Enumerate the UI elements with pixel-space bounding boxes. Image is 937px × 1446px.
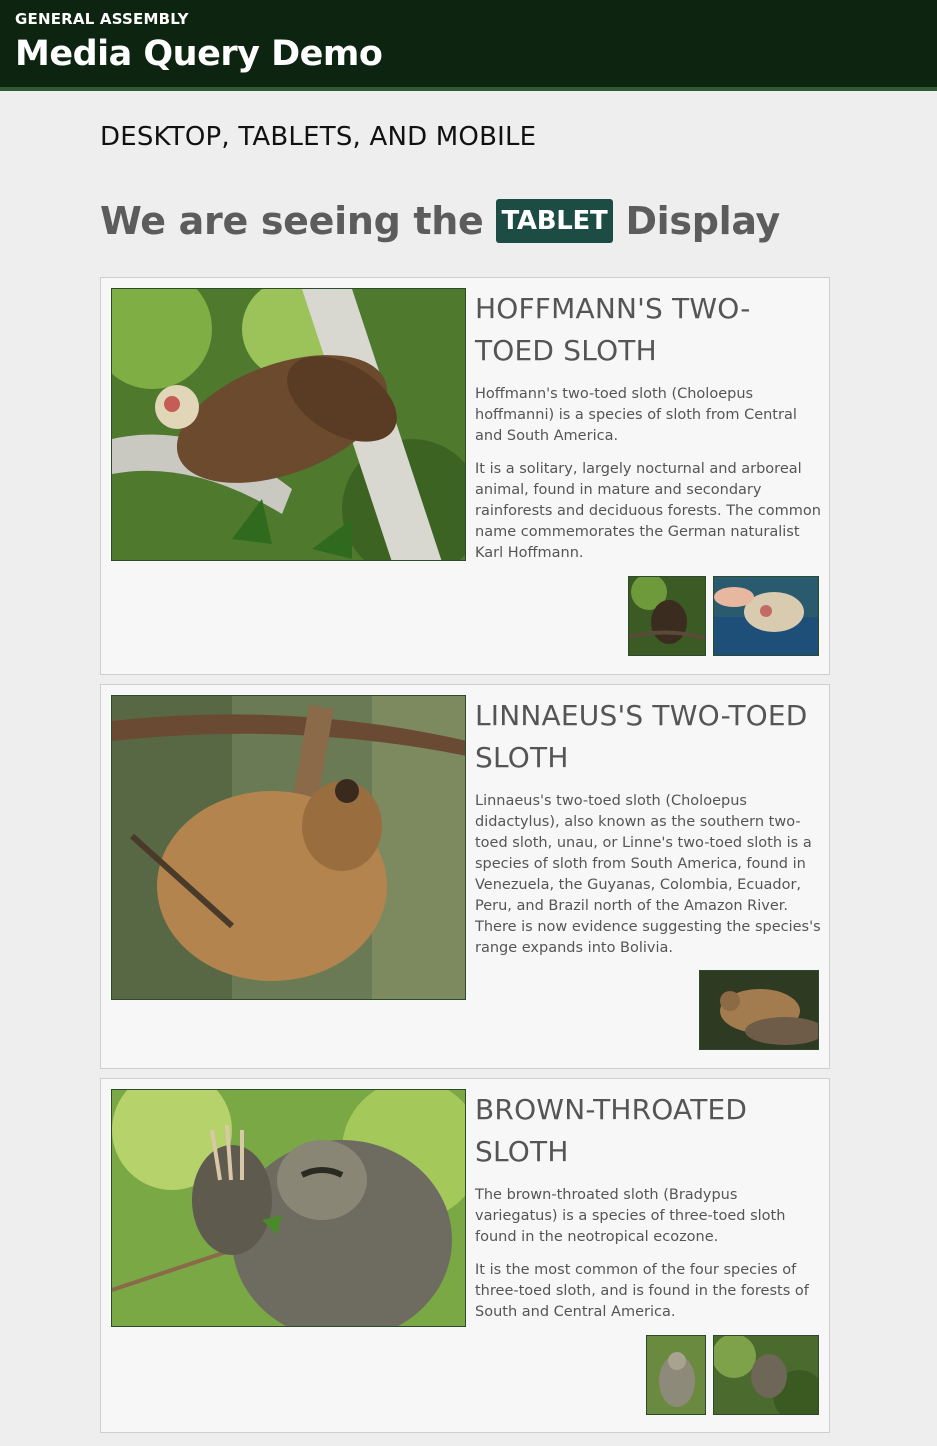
linnaeus-thumbnails bbox=[699, 970, 819, 1050]
brown-throated-thumbnails bbox=[646, 1335, 819, 1415]
headline-prefix: We are seeing the bbox=[100, 199, 484, 243]
page-subtitle: DESKTOP, TABLETS, AND MOBILE bbox=[100, 122, 537, 152]
thumbnail-image[interactable] bbox=[713, 1335, 819, 1415]
thumbnail-image[interactable] bbox=[713, 576, 819, 656]
species-description: It is a solitary, largely nocturnal and … bbox=[475, 461, 821, 561]
thumbnail-image[interactable] bbox=[628, 576, 706, 656]
brand-label: GENERAL ASSEMBLY bbox=[15, 10, 189, 28]
species-card-brown-throated: BROWN-THROATED SLOTH The brown-throated … bbox=[100, 1078, 830, 1433]
display-headline: We are seeing the TABLET Display bbox=[100, 196, 780, 246]
display-badge: TABLET bbox=[495, 199, 614, 243]
linnaeus-info: LINNAEUS'S TWO-TOED SLOTH Linnaeus's two… bbox=[475, 695, 823, 971]
headline-suffix: Display bbox=[625, 199, 780, 243]
species-description: Linnaeus's two-toed sloth (Choloepus did… bbox=[475, 793, 821, 956]
site-header: GENERAL ASSEMBLY Media Query Demo bbox=[0, 0, 937, 91]
species-description: The brown-throated sloth (Bradypus varie… bbox=[475, 1187, 786, 1245]
site-title: Media Query Demo bbox=[15, 34, 383, 74]
species-card-linnaeus: LINNAEUS'S TWO-TOED SLOTH Linnaeus's two… bbox=[100, 684, 830, 1069]
thumbnail-image[interactable] bbox=[646, 1335, 706, 1415]
hoffmann-sloth-photo bbox=[111, 288, 466, 561]
hoffmann-thumbnails bbox=[628, 576, 819, 656]
brown-throated-info: BROWN-THROATED SLOTH The brown-throated … bbox=[475, 1089, 823, 1335]
species-description: It is the most common of the four specie… bbox=[475, 1262, 809, 1320]
hoffmann-info: HOFFMANN'S TWO-TOED SLOTH Hoffmann's two… bbox=[475, 288, 823, 576]
thumbnail-image[interactable] bbox=[699, 970, 819, 1050]
species-description: Hoffmann's two-toed sloth (Choloepus hof… bbox=[475, 386, 797, 444]
species-card-hoffmann: HOFFMANN'S TWO-TOED SLOTH Hoffmann's two… bbox=[100, 277, 830, 675]
species-title: LINNAEUS'S TWO-TOED SLOTH bbox=[475, 699, 808, 774]
brown-throated-sloth-photo bbox=[111, 1089, 466, 1327]
species-title: HOFFMANN'S TWO-TOED SLOTH bbox=[475, 292, 751, 367]
species-title: BROWN-THROATED SLOTH bbox=[475, 1093, 748, 1168]
linnaeus-sloth-photo bbox=[111, 695, 466, 1000]
